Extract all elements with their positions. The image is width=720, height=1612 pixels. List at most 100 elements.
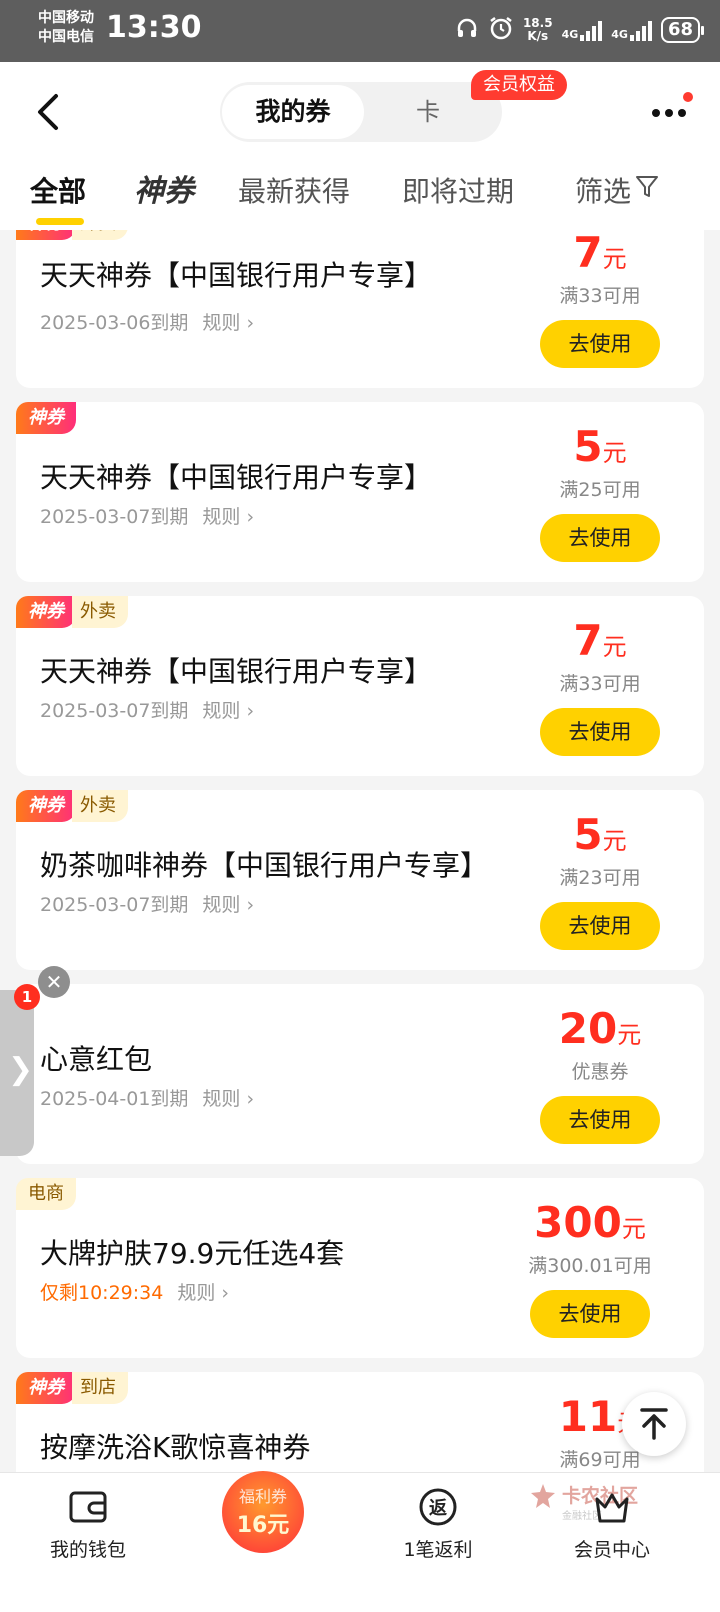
coupon-condition: 满33可用 — [559, 285, 641, 307]
signal-bars-icon — [580, 19, 603, 41]
more-menu-button[interactable] — [650, 98, 690, 128]
side-float-close-button[interactable]: ✕ — [38, 966, 70, 998]
coupon-value-block: 5元 满25可用 去使用 — [520, 416, 680, 562]
promo-amount: 16元 — [236, 1513, 290, 1538]
coupon-amount-value: 5 — [573, 422, 603, 471]
back-button[interactable] — [30, 90, 70, 134]
nav-rebate[interactable]: 返 1笔返利 — [368, 1487, 508, 1562]
signal-1-label: 4G — [561, 28, 579, 41]
tab-shen-coupons[interactable]: 神券 — [134, 168, 194, 230]
coupon-card[interactable]: 神券 外卖 天天神券【中国银行用户专享】 2025-03-06到期规则 › 7元… — [16, 230, 704, 388]
bottom-nav: 我的钱包 福利券 16元 返 1笔返利 卡农社区 金融社区 会员中心 — [0, 1471, 720, 1612]
coupon-amount-unit: 元 — [602, 439, 627, 467]
side-float-tab[interactable]: ❯ — [0, 990, 34, 1156]
coupon-amount: 5元 — [520, 422, 680, 478]
status-time: 13:30 — [106, 10, 202, 45]
coupon-rule-link[interactable]: 规则 — [202, 312, 240, 334]
shen-coupon-badge: 神券 — [16, 402, 76, 434]
coupon-meta: 2025-03-07到期 规则 › — [40, 502, 254, 529]
tab-expiring[interactable]: 即将过期 — [402, 168, 514, 230]
segment-control: 我的券 卡 — [220, 82, 502, 142]
chevron-right-icon: › — [240, 894, 255, 916]
status-icons: 18.5 K/s 4G 4G 68 — [455, 12, 705, 48]
carrier-2: 中国电信 — [38, 29, 94, 45]
nav-member-label: 会员中心 — [573, 1539, 650, 1561]
side-float-badge: 1 — [14, 984, 40, 1010]
coupon-rule-link[interactable]: 规则 — [202, 700, 240, 722]
coupon-card[interactable]: 神券 外卖 天天神券【中国银行用户专享】 2025-03-07到期 规则 › 7元… — [16, 596, 704, 776]
use-coupon-button[interactable]: 去使用 — [540, 902, 660, 950]
coupon-meta: 2025-04-01到期 规则 › — [40, 1084, 254, 1111]
coupon-countdown: 仅剩10:29:34 — [40, 1282, 164, 1304]
segment-cards[interactable]: 卡 — [388, 82, 468, 142]
coupon-badges: 神券 外卖 — [16, 596, 128, 628]
nav-wallet[interactable]: 我的钱包 — [18, 1487, 158, 1562]
use-coupon-button[interactable]: 去使用 — [540, 1096, 660, 1144]
chevron-right-icon: › — [240, 312, 255, 334]
member-crown-icon — [595, 1493, 629, 1523]
tab-active-indicator — [36, 218, 84, 225]
shen-coupon-badge: 神券 — [16, 790, 76, 822]
nav-member-center[interactable]: 会员中心 — [542, 1487, 682, 1562]
net-speed-unit: K/s — [527, 29, 549, 43]
status-bar: 中国移动 中国电信 13:30 18.5 K/s 4G 4G 68 — [0, 0, 720, 62]
segment-my-coupons[interactable]: 我的券 — [222, 85, 364, 139]
coupon-list: 神券 外卖 天天神券【中国银行用户专享】 2025-03-06到期规则 › 7元… — [0, 230, 720, 1512]
promo-float-button[interactable]: 福利券 16元 — [222, 1471, 304, 1553]
vip-benefits-badge[interactable]: 会员权益 — [471, 70, 567, 100]
shen-coupon-badge: 神券 — [16, 230, 76, 240]
signal-bars-icon — [629, 19, 652, 41]
coupon-amount: 5元 — [520, 810, 680, 866]
nav-wallet-label: 我的钱包 — [49, 1539, 126, 1561]
category-badge: 外卖 — [72, 230, 128, 240]
category-badge: 电商 — [16, 1178, 76, 1210]
coupon-title: 奶茶咖啡神券【中国银行用户专享】 — [40, 849, 489, 882]
filter-icon — [635, 167, 659, 215]
coupon-rule-link[interactable]: 规则 — [202, 506, 240, 528]
alarm-icon — [488, 15, 514, 45]
signal-2-label: 4G — [611, 28, 628, 41]
use-coupon-button[interactable]: 去使用 — [540, 320, 660, 368]
coupon-condition: 满33可用 — [559, 673, 641, 695]
coupon-meta: 2025-03-06到期 规则 › — [40, 308, 254, 335]
coupon-value-block: 5元 满23可用 去使用 — [520, 804, 680, 950]
coupon-meta: 仅剩10:29:34 规则 › — [40, 1278, 229, 1305]
shen-coupon-badge: 神券 — [16, 596, 76, 628]
coupon-rule-link[interactable]: 规则 — [202, 1088, 240, 1110]
use-coupon-button[interactable]: 去使用 — [540, 514, 660, 562]
coupon-amount-unit: 元 — [621, 1215, 646, 1243]
promo-label: 福利券 — [238, 1487, 287, 1506]
coupon-card[interactable]: 神券 外卖 奶茶咖啡神券【中国银行用户专享】 2025-03-07到期 规则 › … — [16, 790, 704, 970]
use-coupon-button[interactable]: 去使用 — [540, 708, 660, 756]
wallet-icon — [69, 1491, 107, 1523]
more-dots-icon — [652, 109, 686, 117]
tab-filter[interactable]: 筛选 — [575, 168, 659, 230]
arrow-up-icon — [640, 1408, 668, 1440]
coupon-card[interactable]: 神券 天天神券【中国银行用户专享】 2025-03-07到期 规则 › 5元 满2… — [16, 402, 704, 582]
coupon-meta: 2025-03-07到期 规则 › — [40, 696, 254, 723]
coupon-card[interactable]: 心意红包 2025-04-01到期 规则 › 20元 优惠券 去使用 — [16, 984, 704, 1164]
carrier-labels: 中国移动 中国电信 — [38, 9, 94, 47]
coupon-amount-value: 300 — [534, 1198, 622, 1247]
category-badge: 外卖 — [72, 596, 128, 628]
coupon-badges: 神券 到店 — [16, 1372, 128, 1404]
close-icon: ✕ — [45, 970, 63, 994]
coupon-badges: 神券 外卖 — [16, 790, 128, 822]
coupon-title: 天天神券【中国银行用户专享】 — [40, 655, 433, 688]
coupon-amount-unit: 元 — [602, 245, 627, 273]
coupon-amount-value: 11 — [558, 1392, 618, 1441]
tab-latest[interactable]: 最新获得 — [238, 168, 350, 230]
coupon-rule-link[interactable]: 规则 — [202, 894, 240, 916]
coupon-amount-unit: 元 — [602, 633, 627, 661]
coupon-card[interactable]: 电商 大牌护肤79.9元任选4套 仅剩10:29:34 规则 › 300元 满30… — [16, 1178, 704, 1358]
use-coupon-button[interactable]: 去使用 — [530, 1290, 650, 1338]
back-to-top-button[interactable] — [622, 1392, 686, 1456]
coupon-amount-value: 20 — [558, 1004, 618, 1053]
chevron-right-icon: › — [215, 1282, 229, 1304]
coupon-rule-link[interactable]: 规则 — [177, 1282, 215, 1304]
chevron-left-icon — [38, 94, 58, 130]
coupon-title: 天天神券【中国银行用户专享】 — [40, 259, 433, 292]
coupon-value-block: 20元 优惠券 去使用 — [520, 998, 680, 1144]
coupon-amount-value: 5 — [573, 810, 603, 859]
coupon-badges: 电商 — [16, 1178, 76, 1210]
